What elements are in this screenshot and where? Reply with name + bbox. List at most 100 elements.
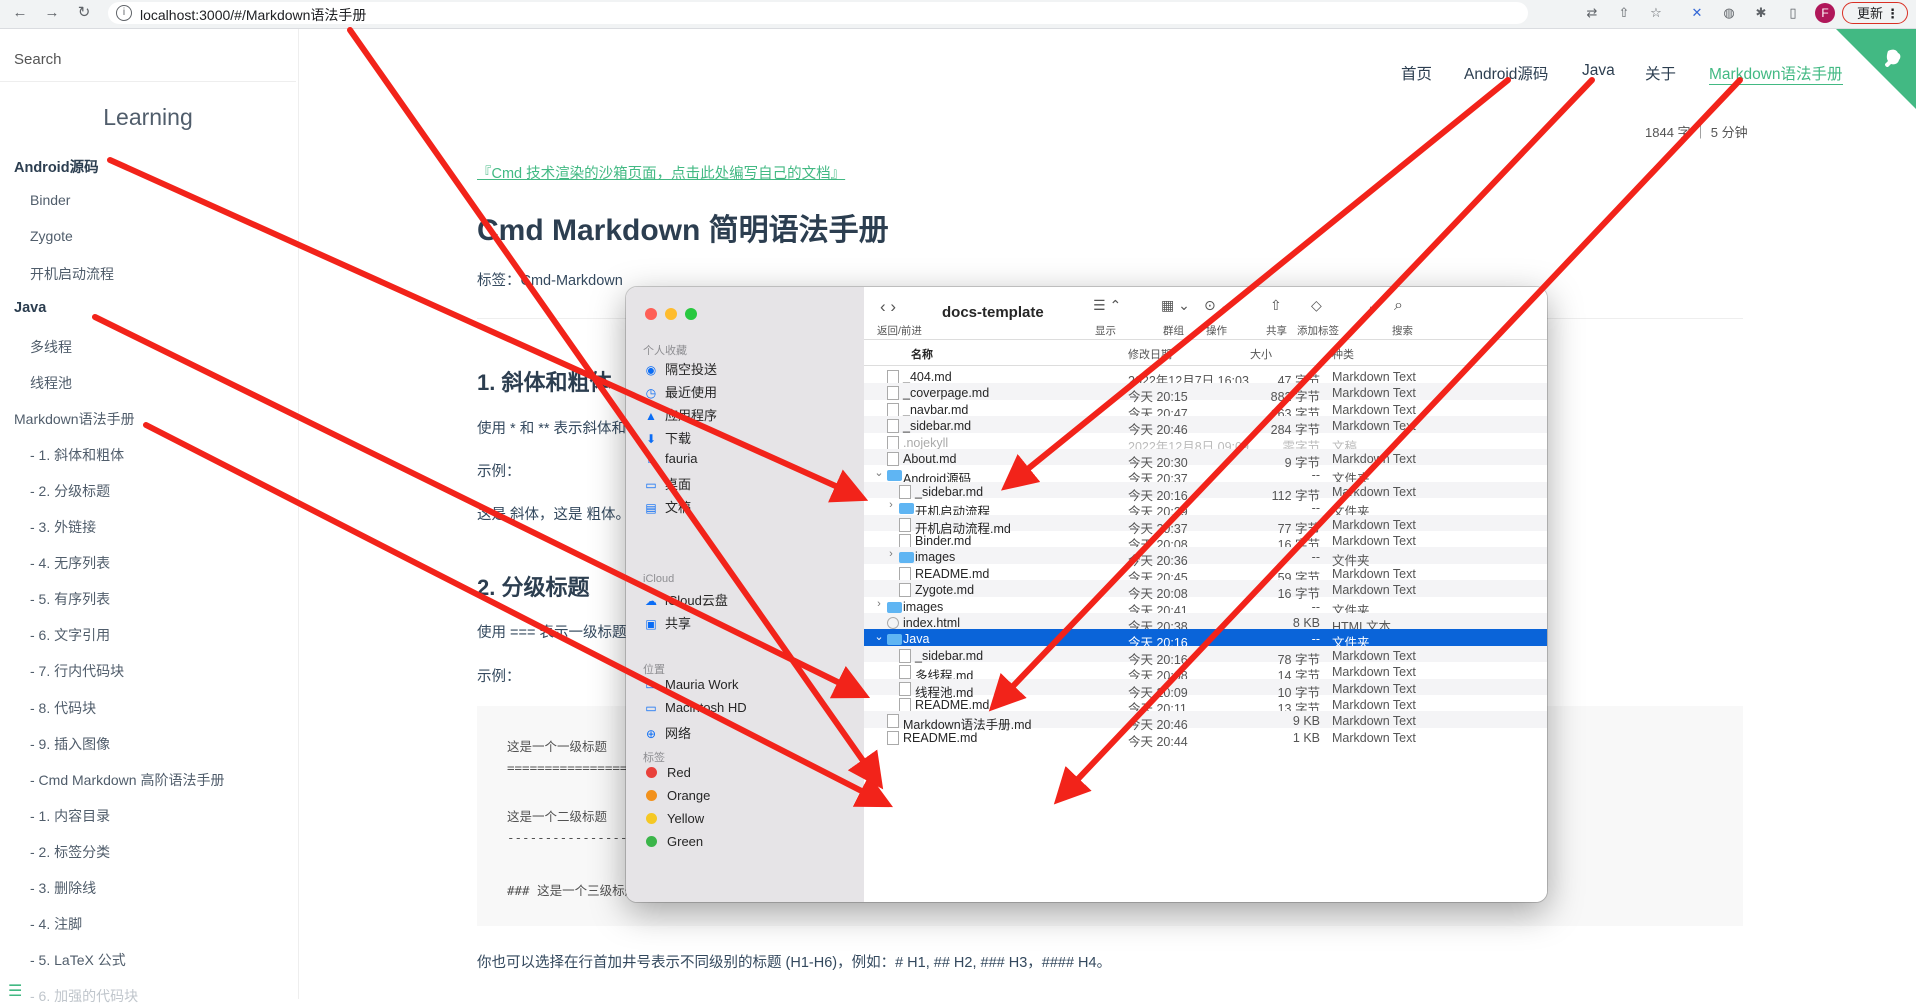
file-row[interactable]: _sidebar.md 今天 20:46 284 字节 Markdown Text [864,416,1547,437]
sidebar-item[interactable]: - 8. 代码块 [30,698,96,718]
tag-icon[interactable]: ◇ [1311,297,1322,314]
file-row[interactable]: › 开机启动流程 今天 20:39 -- 文件夹 [864,498,1547,519]
finder-sidebar-item[interactable]: ▭ 桌面 [643,474,691,493]
sidebar-item[interactable]: - 2. 标签分类 [30,842,110,862]
finder-sidebar-item[interactable]: ▭ Macintosh HD [643,700,746,715]
extension-x-icon[interactable]: ✕ [1688,4,1706,22]
finder-sidebar-item[interactable]: Orange [643,788,710,803]
disclosure-closed-icon[interactable]: › [885,548,897,560]
sidebar-item[interactable]: - 5. 有序列表 [30,589,110,609]
finder-sidebar-item[interactable]: Yellow [643,811,704,826]
file-row[interactable]: 线程池.md 今天 20:09 10 字节 Markdown Text [864,678,1547,700]
finder-sidebar-item[interactable]: ▲ 应用程序 [643,405,717,424]
file-row[interactable]: 多线程.md 今天 20:08 14 字节 Markdown Text [864,662,1547,683]
file-row[interactable]: _404.md 2022年12月7日 16:03 47 字节 Markdown Tex… [864,367,1547,388]
sidebar-item[interactable]: 开机启动流程 [30,264,114,284]
heading-italic-bold[interactable]: 1. 斜体和粗体 [477,365,611,397]
file-row[interactable]: _coverpage.md 今天 20:15 882 字节 Markdown Text [864,383,1547,404]
extension-globe-icon[interactable]: ◍ [1720,4,1738,22]
translate-icon[interactable]: ⇄ [1583,4,1601,22]
back-forward-icon[interactable]: ‹ › [880,297,896,317]
file-row[interactable]: .nojekyll 2022年12月8日 09:09 零字节 文稿 [864,433,1547,454]
file-row[interactable]: About.md 今天 20:30 9 字节 Markdown Text [864,449,1547,470]
group-icon[interactable]: ▦ ⌄ [1161,297,1190,314]
finder-sidebar-item[interactable]: ⬇ 下载 [643,428,691,447]
action-icon[interactable]: ⊙ ⌄ [1204,297,1231,314]
sidebar-item[interactable]: - 3. 删除线 [30,878,96,898]
file-row[interactable]: ⌄ Android源码 今天 20:37 -- 文件夹 [864,465,1547,486]
sandbox-link[interactable]: 『Cmd 技术渲染的沙箱页面，点击此处编写自己的文档』 [477,162,845,183]
sidebar-item[interactable]: - 1. 斜体和粗体 [30,445,124,465]
file-row[interactable]: Markdown语法手册.md 今天 20:46 9 KB Markdown Text [864,711,1547,732]
finder-sidebar-item[interactable]: ◉ 隔空投送 [643,359,717,378]
sidebar-item[interactable]: 线程池 [30,373,72,393]
finder-sidebar-item[interactable]: ▭ Mauria Work [643,677,738,692]
view-options-icon[interactable]: ☰ ⌃ [1093,297,1121,314]
reload-icon[interactable]: ↻ [74,3,94,23]
sidebar-item[interactable]: Java [14,300,46,316]
app-name[interactable]: Learning [0,104,296,131]
finder-sidebar-item[interactable]: ☁ iCloud云盘 [643,590,728,609]
finder-sidebar-item[interactable]: ▤ 文稿 [643,497,691,516]
file-row[interactable]: _sidebar.md 今天 20:16 112 字节 Markdown Text [864,481,1547,503]
minimize-window-icon[interactable] [665,308,677,320]
topnav-android[interactable]: Android源码 [1464,62,1548,84]
sidebar-item[interactable]: Zygote [30,228,73,244]
column-name[interactable]: 名称 [911,346,933,362]
column-date[interactable]: 修改日期 [1128,346,1172,362]
sidebar-item[interactable]: - 6. 加强的代码块 [30,986,138,1006]
sidebar-toggle-icon[interactable]: ☰ [8,981,26,1001]
avatar[interactable]: F [1815,3,1835,23]
topnav-home[interactable]: 首页 [1401,62,1432,84]
file-row[interactable]: Zygote.md 今天 20:08 16 字节 Markdown Text [864,580,1547,601]
file-row[interactable]: index.html 今天 20:38 8 KB HTML文本 [864,613,1547,634]
zoom-window-icon[interactable] [685,308,697,320]
search-icon[interactable]: ⌕ [1394,297,1403,315]
disclosure-closed-icon[interactable]: › [885,499,897,511]
share-icon[interactable]: ⇧ [1615,4,1633,22]
star-icon[interactable]: ☆ [1647,4,1665,22]
file-row[interactable]: › images 今天 20:41 -- 文件夹 [864,597,1547,618]
sidebar-item[interactable]: - 4. 注脚 [30,914,82,934]
sidebar-item[interactable]: - Cmd Markdown 高阶语法手册 [30,770,224,790]
github-corner-icon[interactable] [1836,29,1916,109]
info-icon[interactable]: i [116,5,132,21]
file-row[interactable]: README.md 今天 20:45 59 字节 Markdown Text [864,564,1547,585]
file-row[interactable]: _sidebar.md 今天 20:16 78 字节 Markdown Text [864,645,1547,667]
file-row[interactable]: ⌄ Java 今天 20:16 -- 文件夹 [864,629,1547,650]
heading-levels[interactable]: 2. 分级标题 [477,570,589,602]
finder-sidebar-item[interactable]: ⊕ 网络 [643,723,691,742]
topnav-about[interactable]: 关于 [1645,62,1676,84]
back-icon[interactable]: ← [10,3,30,23]
search-input[interactable]: Search [0,39,296,82]
sidebar-item[interactable]: 多线程 [30,337,72,357]
file-row[interactable]: Binder.md 今天 20:08 16 字节 Markdown Text [864,531,1547,552]
file-row[interactable]: _navbar.md 今天 20:47 163 字节 Markdown Text [864,400,1547,421]
disclosure-open-icon[interactable]: ⌄ [873,466,885,479]
column-kind[interactable]: 种类 [1332,346,1354,362]
column-size[interactable]: 大小 [1250,346,1272,362]
finder-sidebar-item[interactable]: Red [643,765,691,780]
topnav-java[interactable]: Java [1582,62,1615,80]
sidebar-item[interactable]: - 7. 行内代码块 [30,661,124,681]
sidebar-item[interactable]: - 3. 外链接 [30,517,96,537]
finder-sidebar-item[interactable]: ▣ 共享 [643,613,691,632]
menu-icon[interactable]: ⋮ [1886,3,1899,25]
file-row[interactable]: 开机启动流程.md 今天 20:37 77 字节 Markdown Text [864,514,1547,536]
file-row[interactable]: README.md 今天 20:11 13 字节 Markdown Text [864,695,1547,716]
sidepanel-icon[interactable]: ▯ [1784,4,1802,22]
sidebar-item[interactable]: - 4. 无序列表 [30,553,110,573]
finder-sidebar-item[interactable]: Green [643,834,703,849]
forward-icon[interactable]: → [42,3,62,23]
sidebar-item[interactable]: - 2. 分级标题 [30,481,110,501]
file-row[interactable]: › images 今天 20:36 -- 文件夹 [864,547,1547,568]
finder-sidebar-item[interactable]: ⌂ fauria [643,451,697,466]
disclosure-open-icon[interactable]: ⌄ [873,630,885,643]
file-row[interactable]: README.md 今天 20:44 1 KB Markdown Text [864,728,1547,749]
sidebar-item[interactable]: - 5. LaTeX 公式 [30,950,126,970]
sidebar-item[interactable]: Android源码 [14,156,99,177]
sidebar-item[interactable]: - 9. 插入图像 [30,734,110,754]
sidebar-item[interactable]: - 1. 内容目录 [30,806,110,826]
sidebar-item[interactable]: Markdown语法手册 [14,409,135,429]
share-icon[interactable]: ⇧ [1270,297,1282,314]
